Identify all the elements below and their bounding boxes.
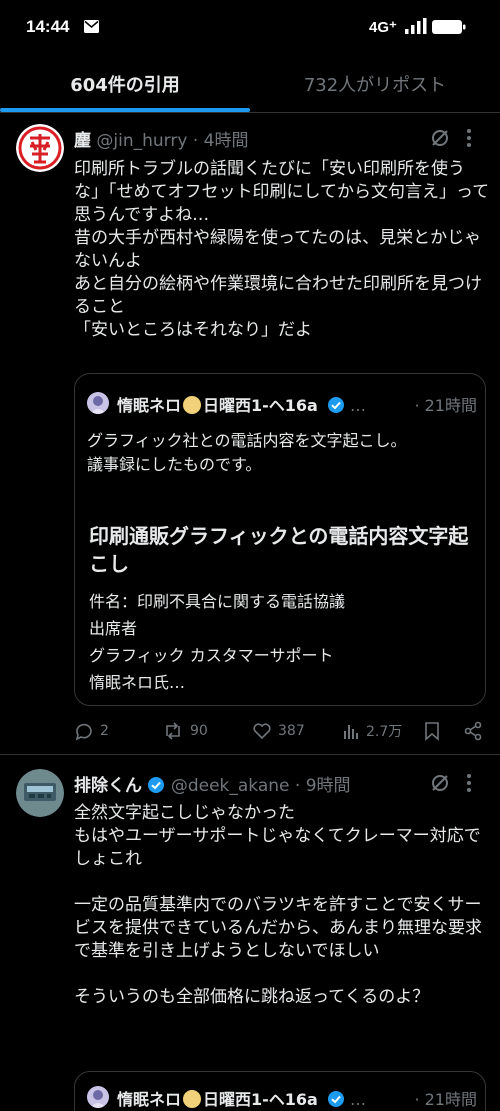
seal-avatar-image — [16, 124, 64, 172]
quoted-name-ellipsis: … — [350, 1090, 367, 1109]
verified-badge-icon — [327, 397, 344, 413]
verified-badge-icon — [148, 777, 165, 793]
user-handle[interactable]: @jin_hurry — [96, 131, 187, 151]
post-text: 印刷所トラブルの話聞くたびに「安い印刷所を使うな」「せめてオフセット印刷にしてか… — [74, 159, 490, 340]
reply-icon — [75, 723, 92, 741]
grok-icon[interactable] — [430, 128, 450, 148]
display-name[interactable]: 麈 — [74, 131, 91, 151]
post-time[interactable]: · 9時間 — [295, 776, 351, 796]
moon-emoji-icon — [183, 396, 202, 414]
repost-icon — [166, 722, 180, 740]
avatar — [87, 392, 109, 414]
quoted-name-suffix: 日曜西1-ヘ16a — [203, 396, 318, 415]
quoted-name-suffix: 日曜西1-ヘ16a — [203, 1090, 318, 1109]
more-options-icon[interactable] — [466, 773, 472, 793]
avatar[interactable] — [16, 124, 64, 172]
quote-tabs: 604件の引用 732人がリポスト — [0, 60, 500, 113]
moon-emoji-icon — [183, 1090, 202, 1108]
heart-icon — [253, 723, 271, 740]
like-button[interactable]: 387 — [252, 719, 305, 743]
active-tab-indicator — [0, 108, 250, 112]
signal-icon — [405, 18, 427, 34]
quoted-display-name: 惰眠ネロ — [117, 1090, 182, 1109]
views-icon — [344, 725, 358, 739]
tab-quotes[interactable]: 604件の引用 — [0, 60, 250, 112]
views-button[interactable]: 2.7万 — [342, 719, 402, 743]
quoted-header: 惰眠ネロ 日曜西1-ヘ16a … · 21時間 — [117, 392, 477, 416]
reply-count: 2 — [100, 723, 109, 739]
post-text: 全然文字起こしじゃなかった もはやユーザーサポートじゃなくてクレーマー対応でしょ… — [74, 803, 482, 1007]
verified-badge-icon — [327, 1091, 344, 1107]
user-handle[interactable]: @deek_akane — [171, 776, 290, 796]
battery-icon — [432, 20, 466, 34]
post-header: 排除くん @deek_akane · 9時間 — [74, 771, 351, 797]
quoted-time: · 21時間 — [414, 396, 477, 415]
post-time[interactable]: · 4時間 — [193, 131, 249, 151]
tab-reposts[interactable]: 732人がリポスト — [250, 60, 500, 112]
grok-icon[interactable] — [430, 773, 450, 793]
avatar[interactable] — [16, 769, 64, 817]
quoted-post[interactable]: 惰眠ネロ 日曜西1-ヘ16a … · 21時間 グラフィック社との電話内容を文字起… — [74, 373, 486, 706]
quoted-display-name: 惰眠ネロ — [117, 396, 182, 415]
network-type: 4G⁺ — [369, 19, 397, 36]
repost-count: 90 — [190, 723, 208, 739]
more-options-icon[interactable] — [466, 128, 472, 148]
views-count: 2.7万 — [366, 724, 403, 740]
quoted-header: 惰眠ネロ 日曜西1-ヘ16a … · 21時間 — [117, 1086, 477, 1110]
quoted-card-text: 件名：印刷不具合に関する電話協議 出席者 グラフィック カスタマーサポート 惰眠… — [89, 592, 346, 692]
bookmark-icon[interactable] — [424, 721, 440, 741]
quoted-text: グラフィック社との電話内容を文字起こし。 議事録にしたものです。 — [87, 431, 407, 474]
like-count: 387 — [278, 723, 305, 739]
quoted-time: · 21時間 — [414, 1090, 477, 1109]
share-icon[interactable] — [463, 721, 483, 741]
reply-button[interactable]: 2 — [74, 719, 109, 743]
quoted-post[interactable]: 惰眠ネロ 日曜西1-ヘ16a … · 21時間 — [74, 1071, 486, 1111]
post[interactable]: 麈 @jin_hurry · 4時間 印刷所トラブルの話聞くたびに「安い印刷所を… — [0, 114, 500, 754]
repost-button[interactable]: 90 — [162, 719, 208, 743]
avatar-image — [16, 769, 64, 817]
post[interactable]: 排除くん @deek_akane · 9時間 全然文字起こしじゃなかった もはや… — [0, 755, 500, 1111]
display-name[interactable]: 排除くん — [74, 776, 142, 796]
quoted-name-ellipsis: … — [350, 396, 367, 415]
status-bar: 14:44 4G⁺ — [0, 0, 500, 56]
action-bar: 2 90 387 2.7万 — [74, 719, 486, 743]
avatar — [87, 1086, 109, 1108]
mail-icon — [84, 20, 99, 33]
status-time: 14:44 — [26, 17, 70, 36]
quoted-card-title: 印刷通販グラフィックとの電話内容文字起こし — [89, 524, 469, 576]
post-header: 麈 @jin_hurry · 4時間 — [74, 126, 248, 152]
